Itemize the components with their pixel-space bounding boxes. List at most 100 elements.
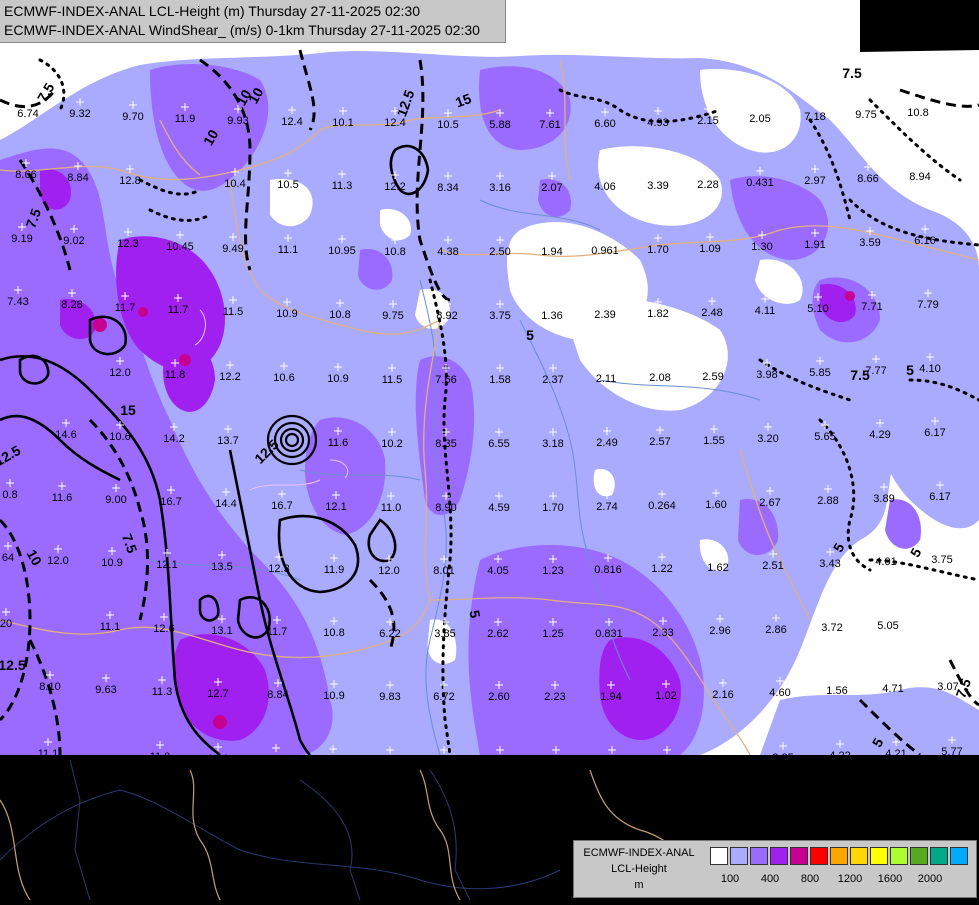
grid-value-label: 1.56: [826, 685, 847, 697]
legend-swatch: [790, 847, 808, 865]
grid-value-label: 4.22: [829, 750, 850, 762]
grid-value-label: 6.17: [924, 427, 945, 439]
grid-value-label: 6.55: [488, 438, 509, 450]
legend-swatch: [770, 847, 788, 865]
grid-value-label: 2.16: [712, 689, 733, 701]
grid-value-label: 2.57: [649, 436, 670, 448]
grid-value-label: 2.39: [594, 309, 615, 321]
grid-value-label: 10.45: [166, 241, 194, 253]
grid-value-label: 5.10: [807, 303, 828, 315]
grid-value-label: 8.34: [437, 182, 458, 194]
grid-value-label: 3.39: [647, 180, 668, 192]
grid-value-label: 11.7: [168, 304, 189, 316]
grid-value-label: 8.92: [436, 310, 457, 322]
grid-value-label: 1.58: [489, 374, 510, 386]
grid-value-label: 4.59: [488, 502, 509, 514]
grid-value-label: 11.1: [278, 244, 299, 256]
grid-value-label: 10.8: [384, 246, 405, 258]
legend-tick-label: 2000: [917, 873, 943, 885]
grid-value-label: 3.85: [772, 752, 793, 764]
grid-value-label: 8.84: [267, 689, 288, 701]
grid-value-label: 14.4: [215, 498, 236, 510]
grid-value-label: 10.9: [323, 690, 344, 702]
grid-value-label: 4.10: [919, 363, 940, 375]
legend-swatch: [730, 847, 748, 865]
grid-value-label: 11.3: [152, 686, 173, 698]
grid-value-label: 6.17: [929, 491, 950, 503]
legend-tick-label: 800: [800, 873, 820, 885]
grid-value-label: 1.30: [751, 241, 772, 253]
grid-value-label: 1.02: [655, 690, 676, 702]
grid-value-label: 2.67: [759, 497, 780, 509]
grid-value-label: 2.49: [596, 437, 617, 449]
grid-value-label: 9.75: [382, 310, 403, 322]
grid-value-label: 10.1: [332, 117, 353, 129]
contour-value-label: 12.5: [0, 657, 26, 673]
grid-value-label: 4.60: [769, 687, 790, 699]
map-canvas: 7.5 10 12.5 157.51012.5107.5557.5 512.51512.…: [0, 0, 979, 901]
grid-value-label: 1.23: [542, 565, 563, 577]
legend-swatch: [750, 847, 768, 865]
grid-value-label: 4.05: [487, 565, 508, 577]
grid-value-label: 2.86: [765, 624, 786, 636]
grid-value-label: 2.50: [489, 246, 510, 258]
grid-value-label: 1.91: [804, 239, 825, 251]
legend-swatch: [850, 847, 868, 865]
legend-swatch: [710, 847, 728, 865]
grid-value-label: 2.88: [817, 495, 838, 507]
grid-value-label: 11.0: [381, 502, 402, 514]
grid-value-label: 12.0: [109, 367, 130, 379]
grid-value-label: 2.51: [762, 560, 783, 572]
grid-value-label: 0.8: [2, 489, 17, 501]
weather-map: 7.5 10 12.5 15 7.5 10 12.5 10 7.5 5 5 7.5 5 12.5 15 12.…: [0, 0, 979, 901]
grid-value-label: 10.5: [437, 119, 458, 131]
contour-value-label: 7.5: [842, 65, 862, 81]
grid-value-label: 3.18: [542, 438, 563, 450]
grid-value-label: 1.25: [542, 628, 563, 640]
grid-value-label: 1.62: [707, 562, 728, 574]
grid-value-label: 12.1: [156, 559, 177, 571]
grid-value-label: 11.7: [267, 626, 288, 638]
grid-value-label: 1.94: [600, 691, 621, 703]
grid-value-label: 2.07: [541, 182, 562, 194]
grid-value-label: 16.7: [160, 496, 181, 508]
grid-value-label: 0.264: [648, 500, 676, 512]
grid-value-label: 10.4: [224, 178, 245, 190]
grid-value-label: 2.97: [804, 175, 825, 187]
grid-value-label: 12.3: [117, 238, 138, 250]
grid-value-label: 3.89: [873, 493, 894, 505]
legend-swatch: [810, 847, 828, 865]
grid-value-label: 1.60: [705, 499, 726, 511]
grid-value-label: 7.66: [435, 374, 456, 386]
grid-value-label: 1.22: [651, 563, 672, 575]
legend-swatch: [930, 847, 948, 865]
grid-value-label: 8.90: [435, 502, 456, 514]
grid-value-label: 10.3: [379, 756, 400, 768]
legend-swatch: [830, 847, 848, 865]
contour-value-label: 5: [526, 327, 534, 343]
grid-value-label: 10.6: [109, 431, 130, 443]
grid-value-label: 2.00: [601, 756, 622, 768]
grid-value-label: 5.88: [489, 119, 510, 131]
legend-swatch: [870, 847, 888, 865]
grid-value-label: 1.55: [703, 435, 724, 447]
grid-value-label: 3.98: [756, 369, 777, 381]
grid-value-label: 12.4: [384, 117, 405, 129]
grid-value-label: 2.96: [709, 625, 730, 637]
grid-value-label: 9.19: [11, 233, 32, 245]
grid-value-label: 7.79: [917, 299, 938, 311]
grid-value-label: 4.93: [647, 117, 668, 129]
grid-value-label: 11.8: [165, 369, 186, 381]
grid-value-label: 2.23: [544, 691, 565, 703]
legend-tick-label: 400: [760, 873, 780, 885]
grid-value-label: 8.28: [61, 299, 82, 311]
grid-value-label: 12.0: [47, 555, 68, 567]
title-box: ECMWF-INDEX-ANAL LCL-Height (m) Thursday…: [0, 0, 506, 43]
legend-tick-label: 100: [720, 873, 740, 885]
grid-value-label: 6.60: [594, 118, 615, 130]
grid-value-label: 12.6: [153, 623, 174, 635]
grid-value-label: 3.20: [757, 433, 778, 445]
grid-value-label: 11.6: [52, 492, 73, 504]
contour-value-label: 15: [120, 402, 136, 418]
grid-value-label: 10.8: [329, 309, 350, 321]
